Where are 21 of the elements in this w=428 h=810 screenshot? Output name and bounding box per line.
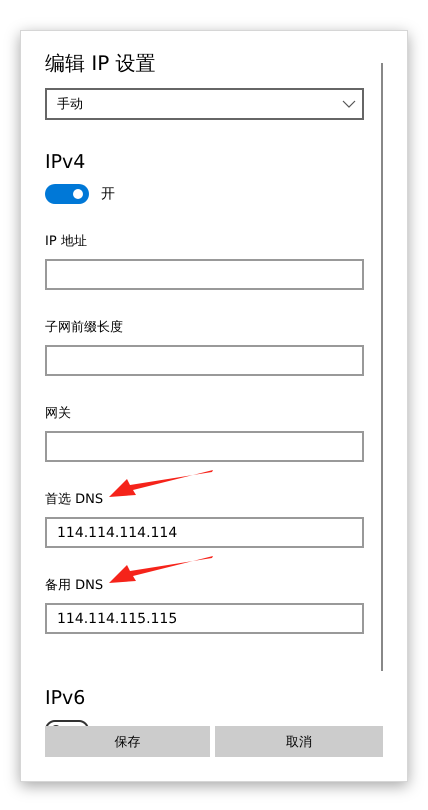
field-label: 备用 DNS [45, 578, 104, 594]
input-field[interactable] [45, 345, 364, 376]
input-field[interactable]: 114.114.114.114 [45, 517, 364, 548]
field-label: IP 地址 [45, 234, 87, 250]
input-field[interactable]: 114.114.115.115 [45, 603, 364, 634]
field-label: 子网前缀长度 [45, 320, 123, 336]
section-heading: IPv4 [45, 150, 86, 174]
input-field[interactable] [45, 431, 364, 462]
dialog-title: 编辑 IP 设置 [45, 50, 157, 77]
field-label: 首选 DNS [45, 492, 104, 508]
input-field[interactable] [45, 259, 364, 290]
toggle-switch[interactable] [45, 184, 89, 204]
dropdown-value: 手动 [57, 96, 83, 113]
section-heading: IPv6 [45, 686, 86, 710]
dialog-button[interactable]: 保存 [45, 726, 210, 757]
dialog-button[interactable]: 取消 [215, 726, 383, 757]
toggle-label: 开 [101, 185, 115, 203]
scrollbar[interactable] [381, 63, 383, 671]
mode-dropdown[interactable]: 手动 [45, 88, 364, 120]
chevron-down-icon [342, 100, 356, 108]
field-label: 网关 [45, 406, 71, 422]
